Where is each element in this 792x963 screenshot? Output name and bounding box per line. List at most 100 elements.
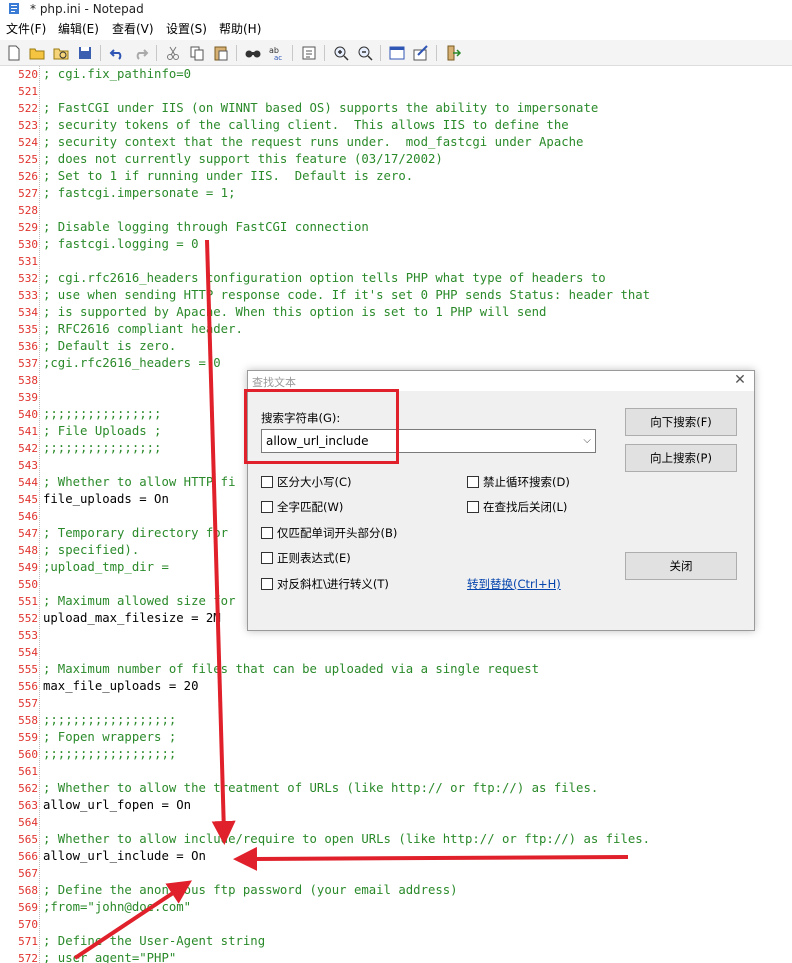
line-number: 555 (18, 663, 38, 676)
code-line: 568 ; Define the anonymous ftp password (… (0, 882, 792, 899)
code-line: 557 (0, 695, 792, 712)
menu-file[interactable]: 文件(F) (6, 22, 46, 36)
checkbox-box (261, 527, 273, 539)
menu-help[interactable]: 帮助(H) (219, 22, 261, 36)
new-file-icon[interactable] (5, 44, 23, 62)
line-number: 570 (18, 918, 38, 931)
chevron-down-icon[interactable]: ⌵ (583, 430, 591, 452)
goto-icon[interactable] (300, 44, 318, 62)
menu-view[interactable]: 查看(V) (112, 22, 154, 36)
code-line: 572 ; user_agent="PHP" (0, 950, 792, 963)
line-number: 527 (18, 187, 38, 200)
line-number: 535 (18, 323, 38, 336)
zoom-out-icon[interactable] (356, 44, 374, 62)
line-text: ;from="john@doe.com" (43, 900, 192, 914)
code-line: 529 ; Disable logging through FastCGI con… (0, 219, 792, 236)
code-line: 527 ; fastcgi.impersonate = 1; (0, 185, 792, 202)
line-text: ; Whether to allow the treatment of URLs… (43, 781, 599, 795)
line-number: 560 (18, 748, 38, 761)
line-text: ; security context that the request runs… (43, 135, 584, 149)
line-number: 566 (18, 850, 38, 863)
exit-icon[interactable] (444, 44, 462, 62)
close-icon[interactable]: ✕ (732, 372, 748, 388)
line-number: 542 (18, 442, 38, 455)
line-number: 562 (18, 782, 38, 795)
open-file-icon[interactable] (28, 44, 46, 62)
line-text: ; FastCGI under IIS (on WINNT based OS) … (43, 101, 599, 115)
code-line: 536 ; Default is zero. (0, 338, 792, 355)
line-text: ; Default is zero. (43, 339, 177, 353)
redo-icon[interactable] (132, 44, 150, 62)
line-text: ; cgi.fix_pathinfo=0 (43, 67, 192, 81)
zoom-in-icon[interactable] (332, 44, 350, 62)
undo-icon[interactable] (108, 44, 126, 62)
line-text: ; Whether to allow include/require to op… (43, 832, 651, 846)
window-title: * php.ini - Notepad (30, 2, 144, 16)
line-text: ;cgi.rfc2616_headers = 0 (43, 356, 221, 370)
find-icon[interactable] (244, 44, 262, 62)
menu-edit[interactable]: 编辑(E) (58, 22, 99, 36)
line-number: 565 (18, 833, 38, 846)
line-number: 556 (18, 680, 38, 693)
code-line: 532 ; cgi.rfc2616_headers configuration o… (0, 270, 792, 287)
code-line: 534 ; is supported by Apache. When this o… (0, 304, 792, 321)
spellcheck-icon[interactable]: ab ac (268, 44, 286, 62)
code-line: 520 ; cgi.fix_pathinfo=0 (0, 66, 792, 83)
find-next-button[interactable]: 向下搜索(F) (625, 408, 737, 436)
cut-icon[interactable] (164, 44, 182, 62)
view-icon[interactable] (388, 44, 406, 62)
line-number: 521 (18, 85, 38, 98)
line-text: ; File Uploads ; (43, 424, 162, 438)
code-line: 523 ; security tokens of the calling clie… (0, 117, 792, 134)
line-number: 534 (18, 306, 38, 319)
line-number: 557 (18, 697, 38, 710)
toolbar-separator (100, 45, 101, 61)
line-number: 549 (18, 561, 38, 574)
find-dialog-title: 查找文本 (252, 376, 296, 389)
line-text: ; Maximum allowed size for (43, 594, 236, 608)
code-line: 570 (0, 916, 792, 933)
toolbar-separator (156, 45, 157, 61)
notepad-app-icon (9, 3, 19, 14)
find-prev-button[interactable]: 向上搜索(P) (625, 444, 737, 472)
line-number: 568 (18, 884, 38, 897)
settings-icon[interactable] (412, 44, 430, 62)
close-button[interactable]: 关闭 (625, 552, 737, 580)
line-number: 525 (18, 153, 38, 166)
line-text: ;;;;;;;;;;;;;;;;;; (43, 713, 177, 727)
line-number: 531 (18, 255, 38, 268)
search-input[interactable]: allow_url_include ⌵ (261, 429, 596, 453)
code-line: 571 ; Define the User-Agent string (0, 933, 792, 950)
code-line: 555 ; Maximum number of files that can be… (0, 661, 792, 678)
line-number: 548 (18, 544, 38, 557)
code-line: 556 max_file_uploads = 20 (0, 678, 792, 695)
paste-icon[interactable] (212, 44, 230, 62)
save-icon[interactable] (76, 44, 94, 62)
line-text: max_file_uploads = 20 (43, 679, 199, 693)
line-number: 530 (18, 238, 38, 251)
toolbar-separator (236, 45, 237, 61)
line-text: file_uploads = On (43, 492, 169, 506)
code-line: 522 ; FastCGI under IIS (on WINNT based O… (0, 100, 792, 117)
line-text: ; fastcgi.logging = 0 (43, 237, 199, 251)
goto-replace-link[interactable]: 转到替换(Ctrl+H) (467, 576, 561, 592)
line-text: ; Set to 1 if running under IIS. Default… (43, 169, 414, 183)
find-dialog: 查找文本 ✕ 搜索字符串(G): allow_url_include ⌵ 向下搜… (247, 370, 755, 631)
line-number: 554 (18, 646, 38, 659)
search-label: 搜索字符串(G): (261, 411, 341, 425)
line-number: 522 (18, 102, 38, 115)
code-line: 569 ;from="john@doe.com" (0, 899, 792, 916)
code-line: 558;;;;;;;;;;;;;;;;;; (0, 712, 792, 729)
line-number: 526 (18, 170, 38, 183)
code-line: 562 ; Whether to allow the treatment of U… (0, 780, 792, 797)
line-text: ;;;;;;;;;;;;;;;;;; (43, 747, 177, 761)
copy-icon[interactable] (188, 44, 206, 62)
find-dialog-titlebar: 查找文本 ✕ (248, 371, 754, 391)
open-folder-icon[interactable] (52, 44, 70, 62)
line-text: allow_url_include = On (43, 849, 206, 863)
line-text: ; fastcgi.impersonate = 1; (43, 186, 236, 200)
line-number: 563 (18, 799, 38, 812)
code-line: 533 ; use when sending HTTP response code… (0, 287, 792, 304)
code-line: 531 (0, 253, 792, 270)
menu-settings[interactable]: 设置(S) (166, 22, 207, 36)
